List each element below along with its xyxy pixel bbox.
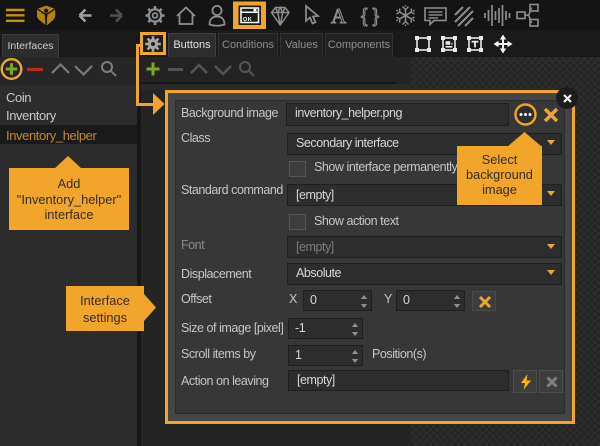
svg-text:OK: OK bbox=[243, 17, 252, 23]
svg-text:A: A bbox=[331, 4, 347, 28]
svg-text:{ }: { } bbox=[361, 6, 379, 27]
